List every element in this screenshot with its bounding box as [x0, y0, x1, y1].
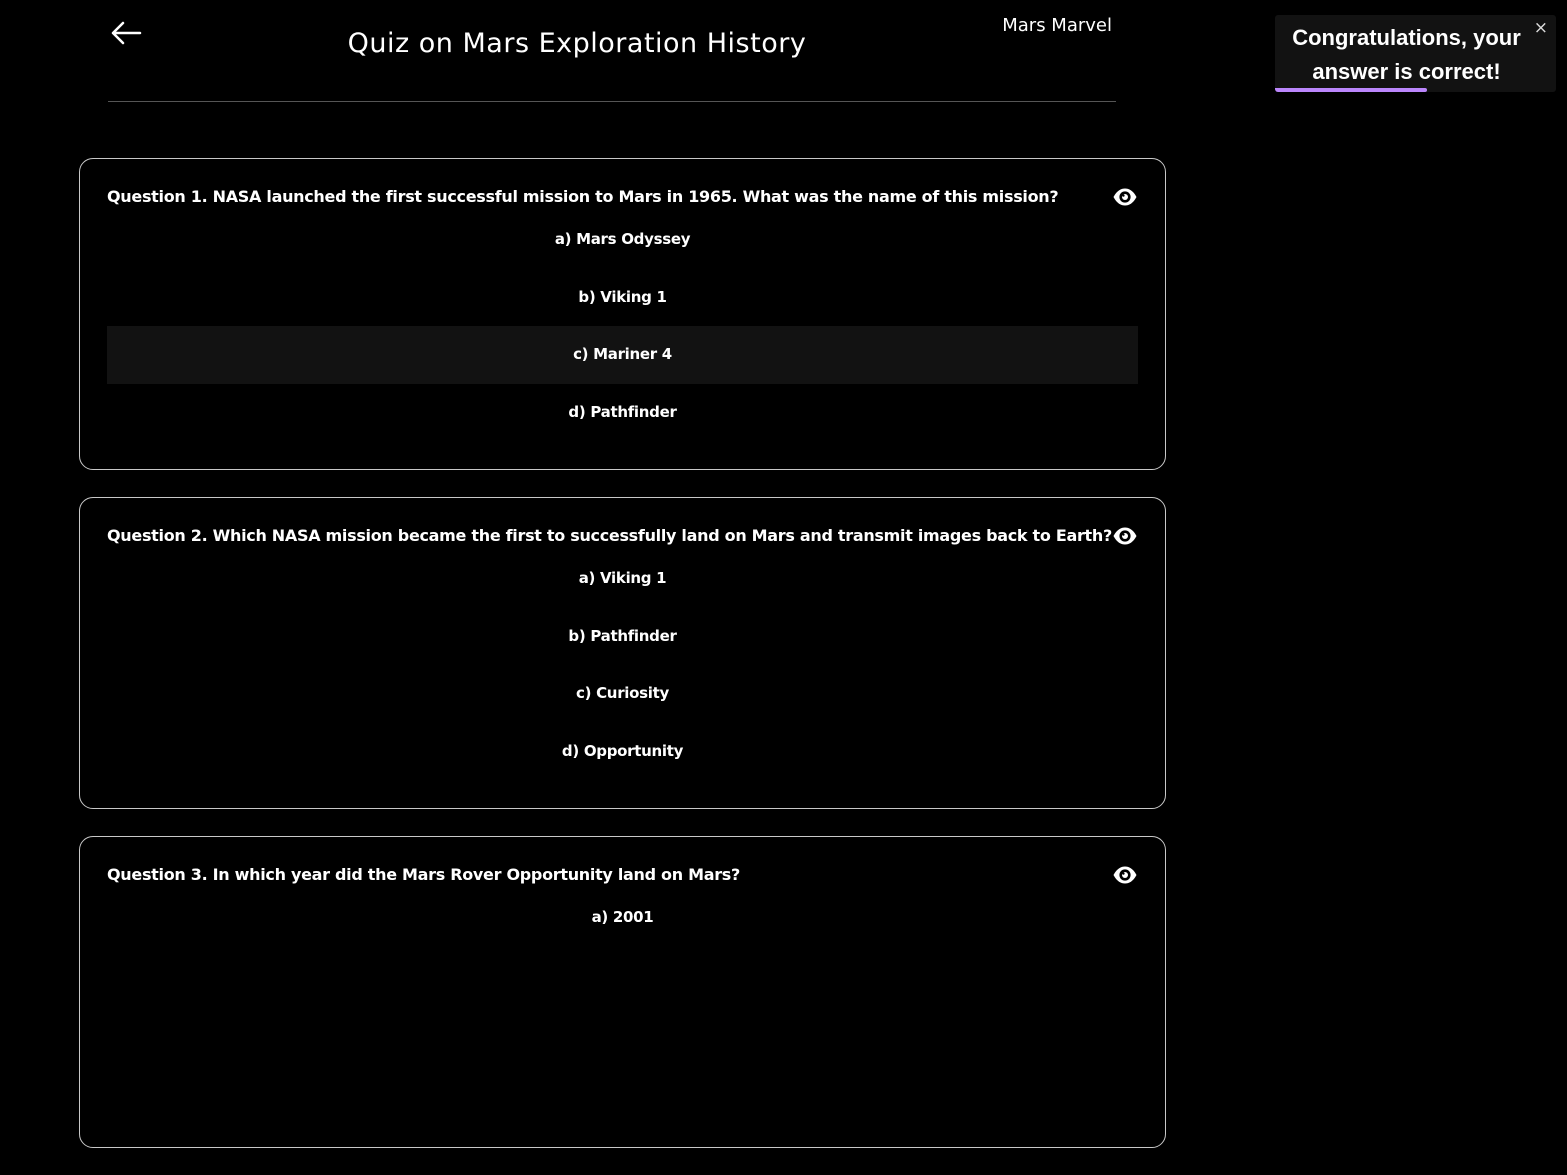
- answer-option[interactable]: d) Opportunity: [107, 723, 1138, 781]
- eye-icon: [1113, 866, 1137, 884]
- toast-message: Congratulations, your answer is correct!: [1292, 25, 1521, 84]
- header-divider: [108, 101, 1116, 102]
- reveal-answer-button[interactable]: [1112, 864, 1138, 886]
- eye-icon: [1113, 527, 1137, 545]
- answer-option[interactable]: a) Viking 1: [107, 550, 1138, 608]
- reveal-answer-button[interactable]: [1112, 186, 1138, 208]
- answer-option[interactable]: d) Pathfinder: [107, 384, 1138, 442]
- answer-options: a) Mars Odyssey b) Viking 1 c) Mariner 4 d)…: [107, 211, 1138, 441]
- question-text: Question 3. In which year did the Mars R…: [107, 865, 740, 884]
- answer-option[interactable]: c) Mariner 4: [107, 326, 1138, 384]
- page-title: Quiz on Mars Exploration History: [347, 28, 807, 59]
- question-card: Question 3. In which year did the Mars R…: [79, 836, 1166, 1148]
- brand-name: Mars Marvel: [1002, 15, 1112, 36]
- answer-option[interactable]: b) Viking 1: [107, 269, 1138, 327]
- eye-icon: [1113, 188, 1137, 206]
- toast-close-button[interactable]: ×: [1534, 18, 1548, 38]
- question-text: Question 2. Which NASA mission became th…: [107, 526, 1112, 545]
- answer-options: a) 2001: [107, 889, 1138, 947]
- reveal-answer-button[interactable]: [1112, 525, 1138, 547]
- toast-progress-bar: [1275, 88, 1427, 92]
- answer-option[interactable]: b) Pathfinder: [107, 608, 1138, 666]
- quiz-list: Question 1. NASA launched the first succ…: [79, 158, 1166, 1175]
- question-card: Question 1. NASA launched the first succ…: [79, 158, 1166, 470]
- answer-option[interactable]: a) 2001: [107, 889, 1138, 947]
- answer-option[interactable]: c) Curiosity: [107, 665, 1138, 723]
- question-text: Question 1. NASA launched the first succ…: [107, 187, 1059, 206]
- toast-notification: Congratulations, your answer is correct!…: [1275, 15, 1556, 92]
- question-card: Question 2. Which NASA mission became th…: [79, 497, 1166, 809]
- answer-options: a) Viking 1 b) Pathfinder c) Curiosity d) O…: [107, 550, 1138, 780]
- answer-option[interactable]: a) Mars Odyssey: [107, 211, 1138, 269]
